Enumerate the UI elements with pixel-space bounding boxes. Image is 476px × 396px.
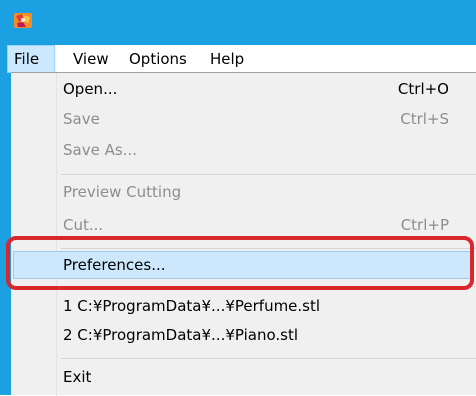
title-bar xyxy=(0,0,476,40)
menu-options[interactable]: Options xyxy=(123,45,193,73)
menu-item-label: 1 C:¥ProgramData¥...¥Perfume.stl xyxy=(63,297,321,315)
menu-separator xyxy=(61,174,476,175)
application-window: File View Options Help Open... Ctrl+O Sa… xyxy=(0,0,476,396)
menu-item-label: 2 C:¥ProgramData¥...¥Piano.stl xyxy=(63,326,299,344)
menu-item-label: Preview Cutting xyxy=(63,183,182,201)
menu-bar: File View Options Help xyxy=(7,45,476,73)
menu-item-label: Cut... xyxy=(63,216,104,234)
menu-item-cut: Cut... Ctrl+P xyxy=(11,211,476,239)
menu-item-save: Save Ctrl+S xyxy=(11,105,476,133)
menu-item-label: Open... xyxy=(63,80,118,98)
menu-item-recent-2[interactable]: 2 C:¥ProgramData¥...¥Piano.stl xyxy=(11,321,476,349)
menu-item-label: Save xyxy=(63,110,100,128)
menu-item-exit[interactable]: Exit xyxy=(11,363,476,391)
menu-file[interactable]: File xyxy=(7,45,55,73)
menu-item-shortcut: Ctrl+O xyxy=(397,80,449,98)
menu-separator xyxy=(61,286,476,287)
menu-item-label: Save As... xyxy=(63,141,137,159)
menu-item-open[interactable]: Open... Ctrl+O xyxy=(11,75,476,103)
menu-item-label: Exit xyxy=(63,368,92,386)
menu-item-label: Preferences... xyxy=(63,256,166,274)
app-logo-icon xyxy=(14,13,32,28)
menu-item-preview-cutting: Preview Cutting xyxy=(11,178,476,206)
menu-item-preferences[interactable]: Preferences... xyxy=(13,251,473,279)
menu-separator xyxy=(61,248,476,249)
menu-view[interactable]: View xyxy=(67,45,115,73)
menu-help[interactable]: Help xyxy=(204,45,250,73)
menu-item-save-as: Save As... xyxy=(11,136,476,164)
menu-separator xyxy=(61,358,476,359)
menu-item-shortcut: Ctrl+P xyxy=(400,216,449,234)
file-menu-dropdown: Open... Ctrl+O Save Ctrl+S Save As... Pr… xyxy=(11,72,476,396)
menu-item-recent-1[interactable]: 1 C:¥ProgramData¥...¥Perfume.stl xyxy=(11,292,476,320)
menu-item-shortcut: Ctrl+S xyxy=(400,110,449,128)
